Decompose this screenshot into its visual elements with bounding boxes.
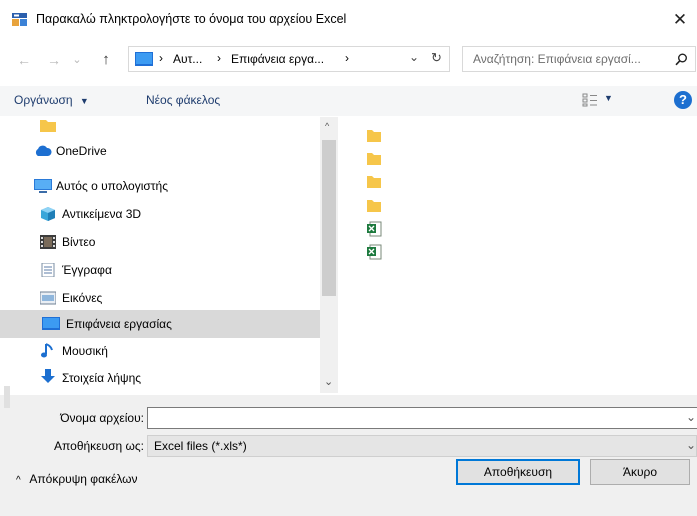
pictures-icon — [40, 291, 56, 305]
search-box[interactable]: Αναζήτηση: Επιφάνεια εργασί... — [462, 46, 696, 72]
organize-button[interactable]: Οργάνωση ▼ — [14, 93, 89, 107]
download-arrow-icon — [41, 369, 55, 383]
chevron-up-icon: ^ — [16, 475, 21, 486]
folder-icon — [40, 120, 56, 132]
help-icon[interactable]: ? — [674, 91, 692, 109]
folder-icon[interactable] — [366, 197, 382, 213]
app-icon — [12, 13, 27, 26]
sidebar-item-label: Στοιχεία λήψης — [62, 371, 142, 385]
sidebar-item-label: Μουσική — [62, 344, 108, 358]
up-button[interactable]: ↑ — [96, 48, 116, 72]
excel-file-icon[interactable] — [366, 244, 382, 260]
sidebar-item-label: Αυτός ο υπολογιστής — [56, 179, 168, 193]
breadcrumb-desktop[interactable]: Επιφάνεια εργα... — [231, 52, 324, 66]
navigation-pane: OneDrive Αυτός ο υπολογιστής Αντικείμενα… — [0, 117, 320, 393]
sidebar-item-documents[interactable]: Έγγραφα — [0, 256, 320, 284]
back-button[interactable]: ← — [14, 48, 34, 72]
sidebar-item-onedrive[interactable]: OneDrive — [0, 137, 320, 165]
new-folder-button[interactable]: Νέος φάκελος — [146, 93, 220, 107]
scroll-down-icon[interactable]: ⌄ — [324, 375, 333, 388]
file-list-pane[interactable] — [340, 117, 697, 393]
hide-folders-label: Απόκρυψη φακέλων — [29, 472, 138, 486]
folder-icon[interactable] — [366, 150, 382, 166]
address-bar[interactable]: › Αυτ... › Επιφάνεια εργα... › ⌄ ↻ — [128, 46, 450, 72]
film-icon — [40, 235, 56, 249]
forward-button[interactable]: → — [44, 48, 64, 72]
sidebar-item-pictures[interactable]: Εικόνες — [0, 284, 320, 312]
sidebar-item-label: Επιφάνεια εργασίας — [66, 317, 172, 331]
filename-field[interactable] — [147, 407, 697, 429]
sidebar-item-label: Αντικείμενα 3D — [62, 207, 142, 221]
sidebar-item-videos[interactable]: Βίντεο — [0, 228, 320, 256]
caret-down-icon: ▼ — [79, 96, 89, 106]
scrollbar-thumb[interactable] — [322, 140, 336, 296]
search-input[interactable]: Αναζήτηση: Επιφάνεια εργασί... — [473, 52, 641, 66]
cloud-icon — [35, 145, 52, 156]
filename-dropdown-icon[interactable]: ⌄ — [686, 410, 696, 424]
close-button[interactable]: ✕ — [663, 6, 697, 34]
save-as-type-select[interactable]: Excel files (*.xls*) — [147, 435, 697, 457]
sidebar-item-label: Βίντεο — [62, 235, 96, 249]
pane-splitter[interactable] — [4, 386, 10, 408]
sidebar-item-desktop[interactable]: Επιφάνεια εργασίας — [0, 310, 320, 338]
cube-3d-icon — [41, 207, 55, 221]
search-icon[interactable] — [675, 53, 688, 66]
scroll-up-icon[interactable]: ^ — [325, 121, 329, 131]
hide-folders-toggle[interactable]: ^ Απόκρυψη φακέλων — [16, 472, 138, 486]
folder-icon[interactable] — [366, 173, 382, 189]
view-options-button[interactable]: ▼ — [582, 91, 622, 111]
sidebar-item-music[interactable]: Μουσική — [0, 337, 320, 365]
organize-label: Οργάνωση — [14, 93, 73, 107]
save-as-type-label: Αποθήκευση ως: — [54, 439, 144, 453]
caret-down-icon: ▼ — [604, 93, 613, 103]
music-note-icon — [41, 343, 53, 358]
sidebar-item-this-pc[interactable]: Αυτός ο υπολογιστής — [0, 172, 320, 200]
address-dropdown-icon[interactable]: ⌄ — [409, 50, 419, 64]
excel-file-icon[interactable] — [366, 221, 382, 237]
sidebar-item-downloads[interactable]: Στοιχεία λήψης — [0, 364, 320, 392]
refresh-icon[interactable]: ↻ — [431, 50, 442, 66]
computer-icon — [34, 179, 52, 193]
save-as-type-value: Excel files (*.xls*) — [154, 439, 247, 453]
sidebar-item-label: Εικόνες — [62, 291, 103, 305]
cancel-button[interactable]: Άκυρο — [590, 459, 690, 485]
breadcrumb-this-pc[interactable]: Αυτ... — [173, 52, 202, 66]
desktop-icon — [135, 52, 153, 66]
address-separator: › — [217, 51, 221, 65]
recent-locations-dropdown[interactable]: ⌄ — [70, 48, 84, 72]
folder-icon[interactable] — [366, 127, 382, 143]
sidebar-item-3d-objects[interactable]: Αντικείμενα 3D — [0, 200, 320, 228]
document-icon — [41, 263, 55, 277]
address-separator: › — [159, 51, 163, 65]
desktop-icon — [42, 317, 60, 330]
view-list-icon — [582, 93, 597, 107]
filename-label: Όνομα αρχείου: — [60, 411, 144, 425]
sidebar-item-label: OneDrive — [56, 144, 107, 158]
address-separator[interactable]: › — [345, 51, 349, 65]
save-as-type-dropdown-icon[interactable]: ⌄ — [686, 438, 696, 452]
window-title: Παρακαλώ πληκτρολογήστε το όνομα του αρχ… — [36, 12, 347, 26]
sidebar-item-label: Έγγραφα — [62, 263, 112, 277]
save-button[interactable]: Αποθήκευση — [456, 459, 580, 485]
